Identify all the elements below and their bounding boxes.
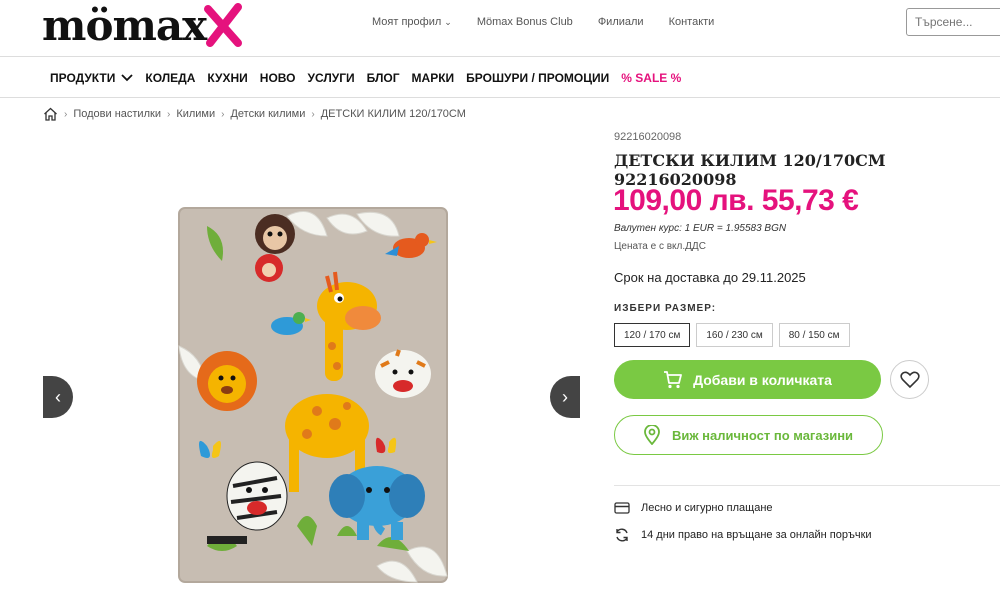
my-profile-link[interactable]: Моят профил ⌄ (372, 16, 452, 28)
nav-brochures[interactable]: БРОШУРИ / ПРОМОЦИИ (466, 71, 609, 85)
chevron-right-icon: › (562, 386, 568, 407)
stores-link[interactable]: Филиали (598, 16, 644, 28)
size-options: 120 / 170 см 160 / 230 см 80 / 150 см (614, 323, 856, 347)
breadcrumb-rugs[interactable]: Килими (176, 108, 215, 120)
nav-products-label: ПРОДУКТИ (50, 70, 116, 85)
home-icon[interactable] (43, 107, 58, 121)
divider (614, 485, 1000, 486)
product-price: 109,00 лв. 55,73 € (613, 184, 859, 217)
bonus-club-link[interactable]: Mömax Bonus Club (477, 16, 573, 28)
heart-icon (899, 371, 920, 388)
vat-note: Цената е с вкл.ДДС (614, 241, 706, 252)
chevron-left-icon: ‹ (55, 386, 61, 407)
product-gallery: ‹ › (43, 128, 580, 606)
product-sku: 92216020098 (614, 131, 682, 143)
contacts-link[interactable]: Контакти (669, 16, 715, 28)
gallery-prev-button[interactable]: ‹ (43, 376, 73, 418)
chevron-down-icon: ⌄ (444, 17, 452, 27)
breadcrumb-kids-rugs[interactable]: Детски килими (230, 108, 305, 120)
top-links: Моят профил ⌄ Mömax Bonus Club Филиали Ко… (372, 16, 739, 28)
store-availability-button[interactable]: Виж наличност по магазини (614, 415, 883, 455)
nav-new[interactable]: НОВО (260, 71, 296, 85)
size-option-120-170[interactable]: 120 / 170 см (614, 323, 691, 347)
breadcrumb: › Подови настилки › Килими › Детски кили… (43, 107, 466, 121)
logo-text: mömax (42, 0, 207, 50)
delivery-date: Срок на доставка до 29.11.2025 (614, 270, 806, 285)
gallery-next-button[interactable]: › (550, 376, 580, 418)
breadcrumb-floor-coverings[interactable]: Подови настилки (73, 108, 161, 120)
search-input[interactable] (906, 8, 1000, 36)
store-availability-label: Виж наличност по магазини (671, 427, 854, 443)
nav-kitchens[interactable]: КУХНИ (207, 71, 247, 85)
wishlist-button[interactable] (890, 360, 929, 399)
momax-logo[interactable]: mömax (42, 0, 244, 50)
product-image[interactable] (177, 206, 449, 584)
perk-return-policy-label: 14 дни право на връщане за онлайн поръчк… (641, 529, 872, 541)
chevron-right-icon: › (166, 108, 171, 120)
size-option-160-230[interactable]: 160 / 230 см (696, 323, 773, 347)
refresh-icon (616, 528, 628, 542)
nav-christmas[interactable]: КОЛЕДА (145, 71, 195, 85)
chevron-down-icon (121, 73, 134, 81)
credit-card-icon (614, 502, 630, 514)
perk-secure-payment-label: Лесно и сигурно плащане (641, 502, 773, 514)
nav-sale[interactable]: % SALE % (621, 71, 681, 85)
size-option-80-150[interactable]: 80 / 150 см (778, 323, 850, 347)
exchange-rate: Валутен курс: 1 EUR = 1.95583 BGN (614, 223, 787, 234)
my-profile-label: Моят профил (372, 16, 442, 28)
logo-x-icon (204, 3, 243, 47)
nav-brands[interactable]: МАРКИ (412, 71, 455, 85)
breadcrumb-current: ДЕТСКИ КИЛИМ 120/170СМ (320, 108, 466, 120)
nav-products[interactable]: ПРОДУКТИ (50, 70, 134, 85)
chevron-right-icon: › (221, 108, 225, 120)
main-nav: ПРОДУКТИ КОЛЕДА КУХНИ НОВО УСЛУГИ БЛОГ М… (0, 58, 1000, 98)
top-bar: mömax Моят профил ⌄ Mömax Bonus Club Фили… (0, 0, 1000, 57)
nav-blog[interactable]: БЛОГ (367, 71, 400, 85)
perk-return-policy: 14 дни право на връщане за онлайн поръчк… (614, 527, 872, 543)
chevron-right-icon: › (64, 108, 68, 120)
size-label: ИЗБЕРИ РАЗМЕР: (614, 303, 717, 314)
chevron-right-icon: › (311, 108, 315, 120)
add-to-cart-label: Добави в количката (693, 371, 832, 388)
add-to-cart-button[interactable]: Добави в количката (614, 360, 881, 399)
nav-services[interactable]: УСЛУГИ (307, 71, 354, 85)
perk-secure-payment: Лесно и сигурно плащане (614, 502, 773, 514)
cart-icon (664, 370, 682, 388)
location-pin-icon (644, 425, 660, 445)
